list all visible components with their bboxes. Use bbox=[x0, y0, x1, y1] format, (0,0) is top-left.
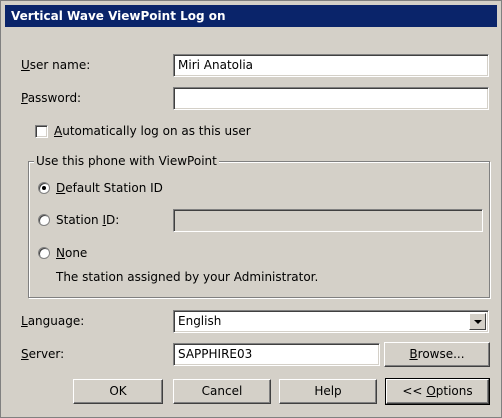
none-label[interactable]: None bbox=[56, 245, 87, 261]
ok-button[interactable]: OK bbox=[73, 379, 163, 404]
phone-group-legend: Use this phone with ViewPoint bbox=[34, 153, 219, 169]
auto-logon-label[interactable]: Automatically log on as this user bbox=[54, 123, 251, 139]
station-note: The station assigned by your Administrat… bbox=[56, 270, 319, 284]
radio-selected-dot bbox=[42, 186, 46, 190]
username-label: User name: bbox=[21, 58, 91, 72]
none-radio[interactable] bbox=[38, 247, 50, 259]
station-id-field[interactable] bbox=[173, 209, 483, 232]
default-station-label[interactable]: Default Station ID bbox=[56, 180, 163, 196]
language-label: Language: bbox=[21, 314, 85, 328]
options-button[interactable]: << Options bbox=[385, 378, 490, 405]
username-field[interactable]: Miri Anatolia bbox=[173, 54, 489, 77]
browse-button[interactable]: Browse... bbox=[384, 342, 490, 367]
station-id-radio[interactable] bbox=[38, 214, 50, 226]
password-field[interactable] bbox=[173, 87, 489, 110]
help-button[interactable]: Help bbox=[279, 379, 377, 404]
station-id-label[interactable]: Station ID: bbox=[56, 212, 119, 228]
cancel-button[interactable]: Cancel bbox=[173, 379, 271, 404]
password-label: Password: bbox=[21, 91, 82, 105]
window-title: Vertical Wave ViewPoint Log on bbox=[5, 5, 497, 27]
default-station-radio[interactable] bbox=[38, 182, 50, 194]
language-select[interactable]: English bbox=[173, 310, 489, 333]
server-label: Server: bbox=[21, 347, 65, 361]
chevron-down-icon[interactable] bbox=[469, 313, 486, 330]
auto-logon-checkbox[interactable] bbox=[35, 125, 48, 138]
language-value: English bbox=[178, 314, 222, 328]
logon-dialog: Vertical Wave ViewPoint Log on User name… bbox=[0, 0, 502, 418]
server-field[interactable]: SAPPHIRE03 bbox=[173, 343, 380, 366]
